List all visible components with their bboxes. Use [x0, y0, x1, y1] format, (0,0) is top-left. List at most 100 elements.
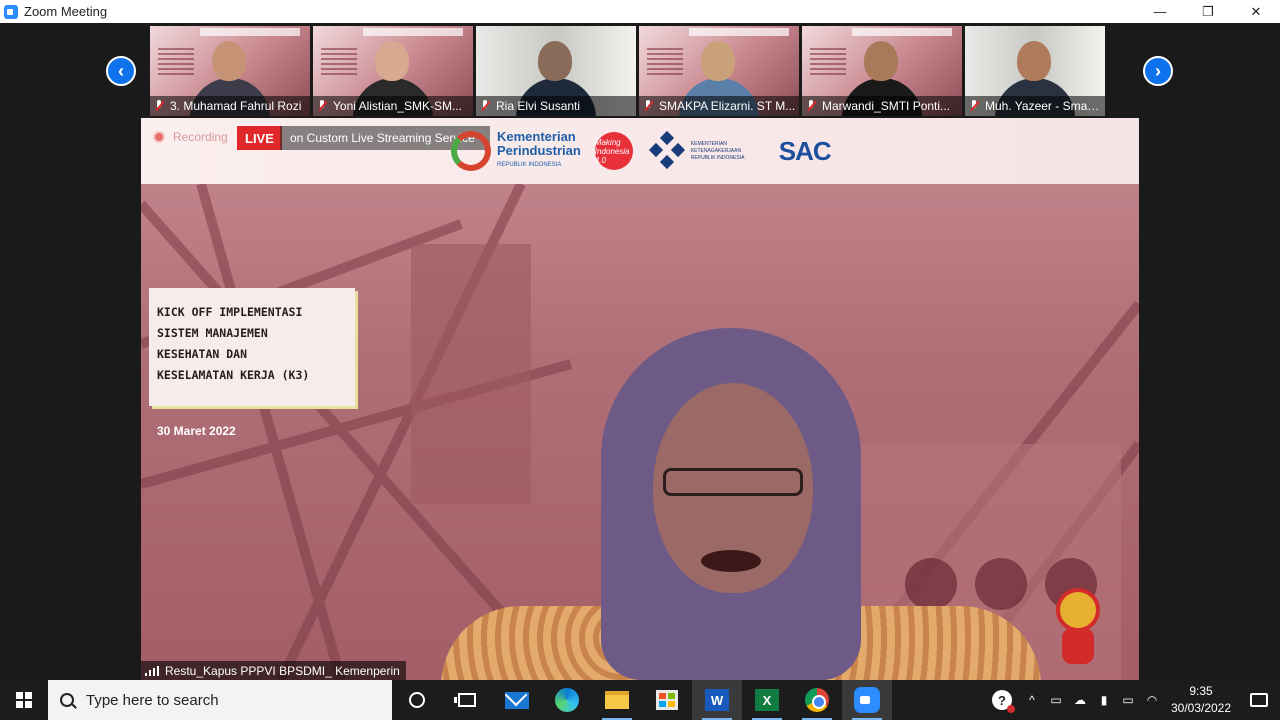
taskbar-search[interactable] [48, 680, 392, 720]
kemenperin-sub: REPUBLIK INDONESIA [497, 162, 562, 168]
mail-button[interactable] [492, 680, 542, 720]
edge-button[interactable] [542, 680, 592, 720]
zoom-app-icon [4, 4, 18, 19]
participant-face [375, 41, 409, 81]
kemenperin-line2: Perindustrian [497, 143, 581, 158]
taskbar-clock[interactable]: 9:35 30/03/2022 [1164, 683, 1238, 717]
participant-name-bar: Ria Elvi Susanti [476, 96, 636, 116]
recording-indicator[interactable]: Recording [153, 130, 228, 144]
store-icon [656, 690, 678, 710]
excel-icon: X [755, 689, 779, 711]
mic-muted-icon [806, 100, 816, 112]
chrome-button[interactable] [792, 680, 842, 720]
cortana-button[interactable] [392, 680, 442, 720]
help-button[interactable]: ? [984, 680, 1020, 720]
chrome-icon [805, 688, 829, 712]
speaker-mouth [701, 550, 761, 572]
participant-tile[interactable]: Yoni Alistian_SMK-SM... [313, 26, 473, 116]
participant-strip: 3. Muhamad Fahrul Rozi Yoni Alistian_SMK… [150, 26, 1105, 116]
slide-logo-strip [852, 28, 952, 36]
kemnaker-text: KEMENTERIAN KETENAGAKERJAAN REPUBLIK IND… [690, 140, 745, 161]
window-title: Zoom Meeting [24, 4, 108, 19]
system-tray: ? ^ ▭ ☁ ▮ ▭ ◠ 9:35 30/03/2022 [984, 680, 1280, 720]
speaker-glasses [663, 468, 803, 496]
cortana-icon [409, 692, 425, 708]
close-button[interactable]: ✕ [1232, 0, 1280, 23]
meet-now-icon[interactable]: ▭ [1044, 680, 1068, 720]
edge-icon [555, 688, 579, 712]
participant-tile[interactable]: Ria Elvi Susanti [476, 26, 636, 116]
recording-label: Recording [173, 130, 228, 144]
zoom-taskbar-button[interactable] [842, 680, 892, 720]
slide-text-mini [158, 48, 194, 76]
file-explorer-icon [605, 691, 629, 709]
window-controls: — ❐ ✕ [1136, 0, 1280, 23]
zoom-icon [854, 687, 880, 713]
window-titlebar: Zoom Meeting — ❐ ✕ [0, 0, 1280, 23]
participant-name-bar: Yoni Alistian_SMK-SM... [313, 96, 473, 116]
participant-face [701, 41, 735, 81]
task-view-button[interactable] [442, 680, 492, 720]
mascot-image [1046, 588, 1110, 670]
slide-title-line: KESEHATAN DAN [157, 347, 248, 361]
signal-strength-icon [145, 665, 159, 676]
meeting-area: ‹ › 3. Muhamad Fahrul Rozi Yoni Alistian… [0, 23, 1280, 680]
clock-date: 30/03/2022 [1170, 701, 1232, 715]
participant-tile[interactable]: Muh. Yazeer - Smak M... [965, 26, 1105, 116]
participant-tile[interactable]: 3. Muhamad Fahrul Rozi [150, 26, 310, 116]
kemenperin-line1: Kementerian [497, 129, 576, 144]
slide-text-mini [321, 48, 357, 76]
participant-name: Ria Elvi Susanti [496, 99, 581, 113]
search-input[interactable] [86, 691, 366, 709]
slide-logo-strip [363, 28, 463, 36]
battery-icon[interactable]: ▭ [1116, 680, 1140, 720]
stream-service-label: on Custom Live Streaming Service [290, 131, 475, 145]
active-speaker-video[interactable]: Recording LIVE on Custom Live Streaming … [141, 118, 1139, 680]
mic-muted-icon [643, 100, 653, 112]
speaker-figure [581, 328, 891, 680]
maximize-button[interactable]: ❐ [1184, 0, 1232, 23]
participant-name: SMAKPA Elizarni. ST M... [659, 99, 796, 113]
kemnaker-emblem-icon [647, 130, 687, 171]
notification-center-button[interactable] [1238, 680, 1280, 720]
mic-muted-icon [154, 100, 164, 112]
excel-button[interactable]: X [742, 680, 792, 720]
participant-name: Muh. Yazeer - Smak M... [985, 99, 1105, 113]
mic-muted-icon [480, 100, 490, 112]
gallery-next-button[interactable]: › [1143, 56, 1173, 86]
slide-title-card: KICK OFF IMPLEMENTASI SISTEM MANAJEMEN K… [149, 288, 355, 406]
minimize-button[interactable]: — [1136, 0, 1184, 23]
participant-name-bar: 3. Muhamad Fahrul Rozi [150, 96, 310, 116]
task-view-icon [454, 693, 476, 707]
file-explorer-button[interactable] [592, 680, 642, 720]
slide-logo-strip [200, 28, 300, 36]
participant-name-bar: SMAKPA Elizarni. ST M... [639, 96, 799, 116]
windows-logo-icon [16, 692, 32, 708]
gallery-prev-button[interactable]: ‹ [106, 56, 136, 86]
word-button[interactable]: W [692, 680, 742, 720]
tray-chevron-icon[interactable]: ^ [1020, 680, 1044, 720]
slide-title-line: SISTEM MANAJEMEN [157, 326, 268, 340]
clock-time: 9:35 [1189, 684, 1213, 698]
sponsor-logos: Kementerian Perindustrian REPUBLIK INDON… [451, 129, 832, 172]
participant-name-bar: Muh. Yazeer - Smak M... [965, 96, 1105, 116]
start-button[interactable] [0, 680, 48, 720]
word-icon: W [705, 689, 729, 711]
store-button[interactable] [642, 680, 692, 720]
participant-tile[interactable]: Marwandi_SMTI Ponti... [802, 26, 962, 116]
live-badge[interactable]: LIVE [237, 126, 282, 150]
mail-icon [505, 691, 529, 709]
participant-tile[interactable]: SMAKPA Elizarni. ST M... [639, 26, 799, 116]
making-indonesia-logo: Making Indonesia 4.0 [594, 132, 633, 170]
onedrive-icon[interactable]: ☁ [1068, 680, 1092, 720]
microphone-icon[interactable]: ▮ [1092, 680, 1116, 720]
wifi-icon[interactable]: ◠ [1140, 680, 1164, 720]
participant-face [212, 41, 246, 81]
help-icon: ? [992, 690, 1015, 713]
participant-name: Marwandi_SMTI Ponti... [822, 99, 951, 113]
participant-face [538, 41, 572, 81]
recording-icon [153, 131, 165, 143]
mic-muted-icon [317, 100, 327, 112]
slide-date: 30 Maret 2022 [157, 424, 236, 438]
participant-name: 3. Muhamad Fahrul Rozi [170, 99, 302, 113]
